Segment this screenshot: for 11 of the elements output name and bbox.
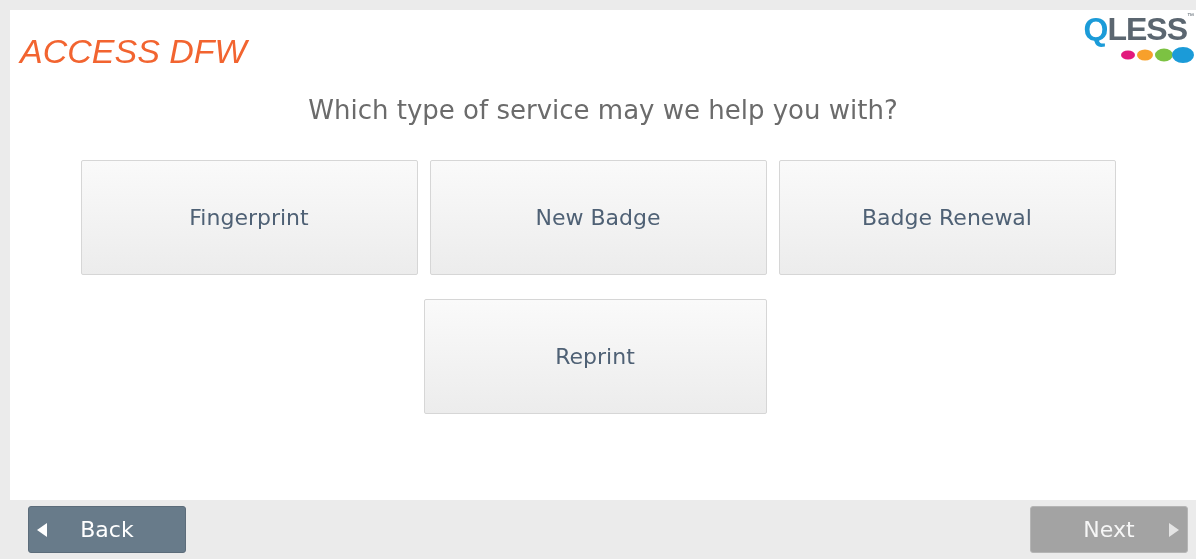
back-button[interactable]: Back: [28, 506, 186, 553]
service-button[interactable]: Reprint: [423, 299, 767, 414]
left-arrow-icon: [37, 523, 47, 537]
service-button[interactable]: Fingerprint: [80, 160, 418, 275]
logo-text: QLESS: [1083, 12, 1187, 46]
service-button[interactable]: Badge Renewal: [778, 160, 1116, 275]
colored-dots-icon: [1120, 46, 1194, 64]
app-title: ACCESS DFW: [20, 32, 247, 71]
question-text: Which type of service may we help you with?: [308, 95, 898, 125]
service-button[interactable]: New Badge: [429, 160, 767, 275]
right-arrow-icon: [1169, 523, 1179, 537]
